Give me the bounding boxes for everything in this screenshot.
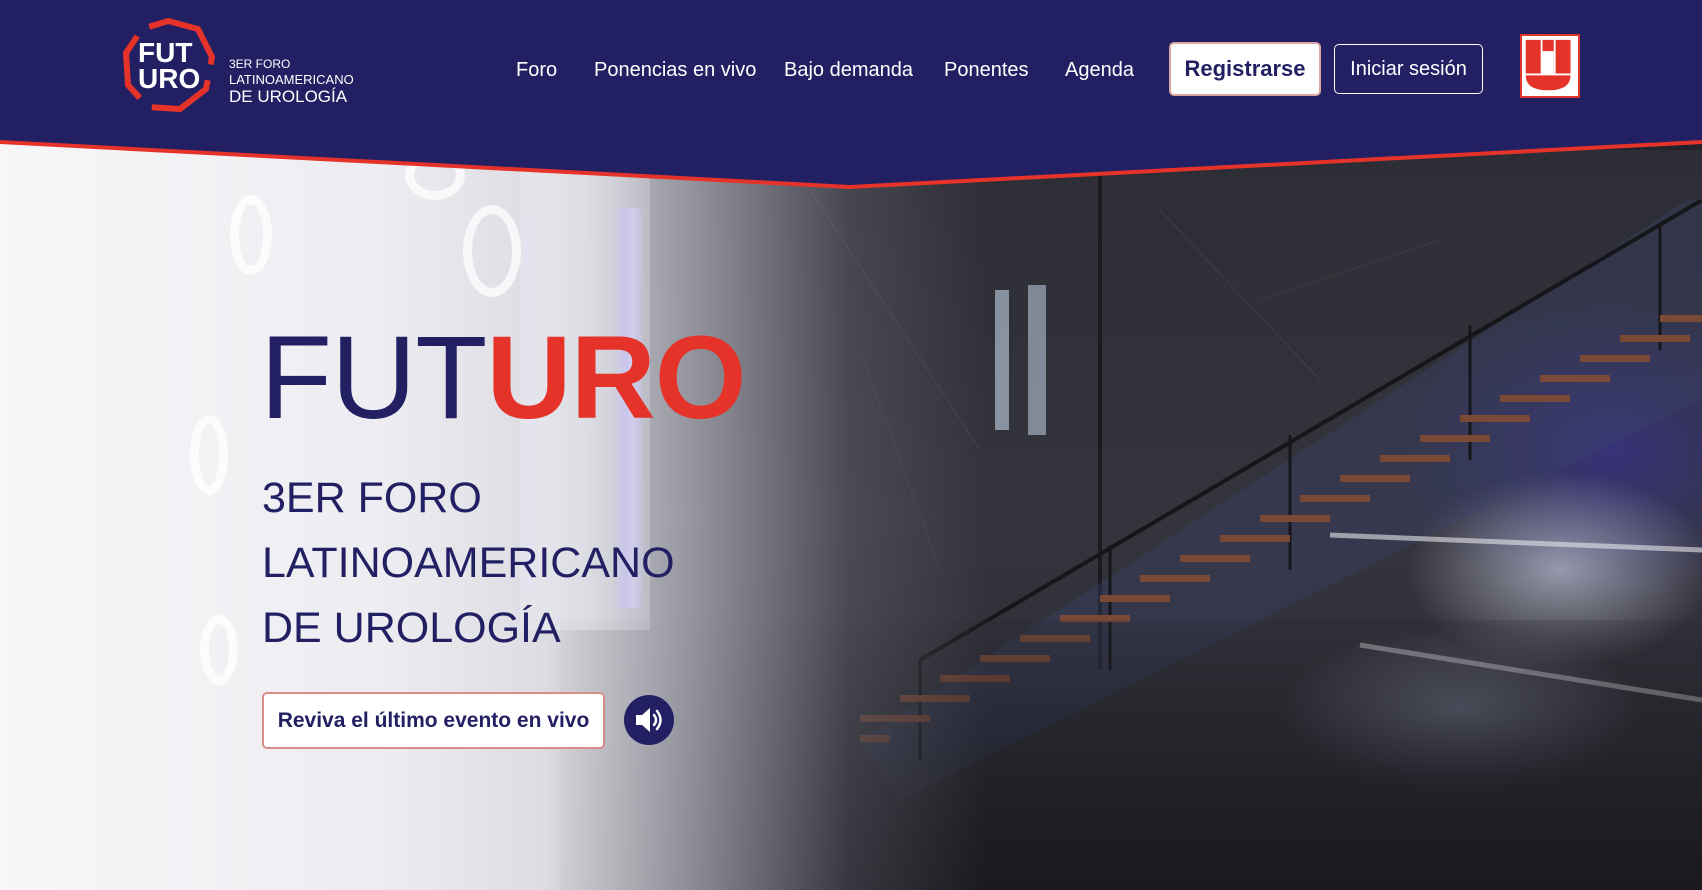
logo-word-bottom: URO bbox=[138, 63, 201, 94]
register-button[interactable]: Registrarse bbox=[1169, 42, 1321, 96]
decor-ring bbox=[190, 415, 228, 495]
nav-item-bajo-demanda[interactable]: Bajo demanda bbox=[784, 55, 913, 85]
nav-item-ponentes[interactable]: Ponentes bbox=[944, 55, 1029, 85]
nav-item-ponencias-en-vivo[interactable]: Ponencias en vivo bbox=[594, 55, 756, 85]
logo-subtitle: DE UROLOGÍA bbox=[229, 87, 348, 106]
hero-subtitle: 3ER FORO LATINOAMERICANO DE UROLOGÍA bbox=[262, 466, 675, 661]
login-button[interactable]: Iniciar sesión bbox=[1334, 44, 1483, 94]
hero-title-part2: URO bbox=[486, 312, 746, 444]
site-header: FUT URO 3ER FORO LATINOAMERICANO DE UROL… bbox=[0, 0, 1702, 190]
logo-subtitle: 3ER FORO bbox=[229, 57, 291, 71]
hero-subtitle-line: 3ER FORO bbox=[262, 474, 482, 522]
sound-toggle-button[interactable] bbox=[624, 695, 674, 745]
nav-item-agenda[interactable]: Agenda bbox=[1065, 55, 1134, 85]
hero-subtitle-line: DE UROLOGÍA bbox=[262, 604, 561, 652]
hero-title: FUTURO bbox=[260, 318, 747, 438]
decor-ring bbox=[230, 195, 272, 275]
relive-event-button[interactable]: Reviva el último evento en vivo bbox=[262, 692, 605, 749]
futuro-logo[interactable]: FUT URO 3ER FORO LATINOAMERICANO DE UROL… bbox=[120, 17, 354, 113]
decor-ring bbox=[200, 615, 238, 685]
decor-ring bbox=[463, 205, 521, 297]
hero-subtitle-line: LATINOAMERICANO bbox=[262, 539, 675, 587]
nav-item-foro[interactable]: Foro bbox=[516, 55, 557, 85]
speaker-icon bbox=[636, 708, 662, 732]
partner-brand-logo[interactable] bbox=[1520, 34, 1580, 98]
partner-logo-icon bbox=[1525, 39, 1571, 91]
logo-subtitle: LATINOAMERICANO bbox=[229, 72, 354, 87]
hero-title-part1: FUT bbox=[260, 312, 487, 444]
